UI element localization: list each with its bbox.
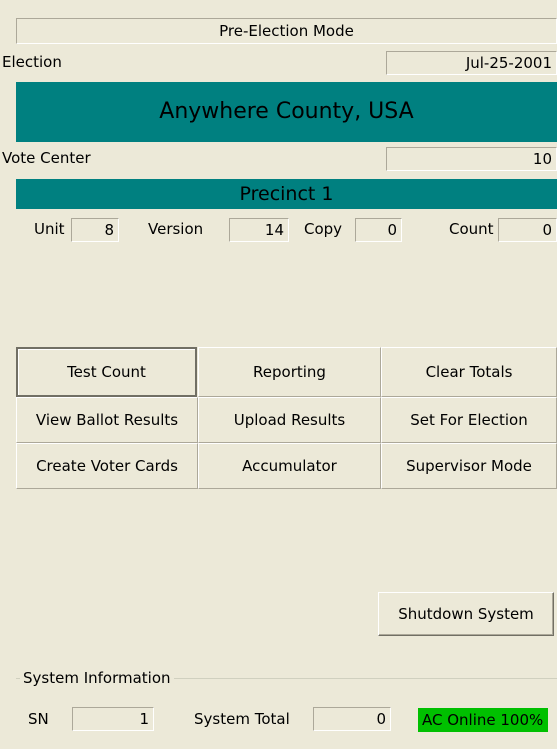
sn-field: 1: [72, 707, 154, 731]
count-field: 0: [498, 218, 557, 242]
election-label: Election: [2, 53, 62, 71]
vote-center-label: Vote Center: [2, 149, 91, 167]
vote-center-field: 10: [386, 147, 557, 171]
reporting-button[interactable]: Reporting: [198, 347, 381, 397]
supervisor-mode-button[interactable]: Supervisor Mode: [381, 443, 557, 489]
accumulator-button[interactable]: Accumulator: [198, 443, 381, 489]
copy-label: Copy: [304, 220, 343, 238]
test-count-button[interactable]: Test Count: [16, 347, 197, 397]
election-date-field: Jul-25-2001: [386, 51, 557, 75]
unit-label: Unit: [34, 220, 65, 238]
ac-power-status: AC Online 100%: [418, 708, 548, 732]
clear-totals-button[interactable]: Clear Totals: [381, 347, 557, 397]
shutdown-system-button[interactable]: Shutdown System: [378, 592, 554, 636]
system-total-field: 0: [313, 707, 391, 731]
copy-field: 0: [355, 218, 402, 242]
unit-field: 8: [71, 218, 119, 242]
system-total-label: System Total: [194, 710, 290, 728]
set-for-election-button[interactable]: Set For Election: [381, 397, 557, 443]
create-voter-cards-button[interactable]: Create Voter Cards: [16, 443, 198, 489]
county-banner: Anywhere County, USA: [16, 82, 557, 142]
view-ballot-results-button[interactable]: View Ballot Results: [16, 397, 198, 443]
sn-label: SN: [28, 710, 49, 728]
upload-results-button[interactable]: Upload Results: [198, 397, 381, 443]
mode-title: Pre-Election Mode: [16, 18, 557, 44]
count-label: Count: [449, 220, 494, 238]
version-field: 14: [229, 218, 289, 242]
precinct-banner: Precinct 1: [16, 179, 557, 209]
version-label: Version: [148, 220, 204, 238]
system-info-title: System Information: [20, 667, 174, 689]
